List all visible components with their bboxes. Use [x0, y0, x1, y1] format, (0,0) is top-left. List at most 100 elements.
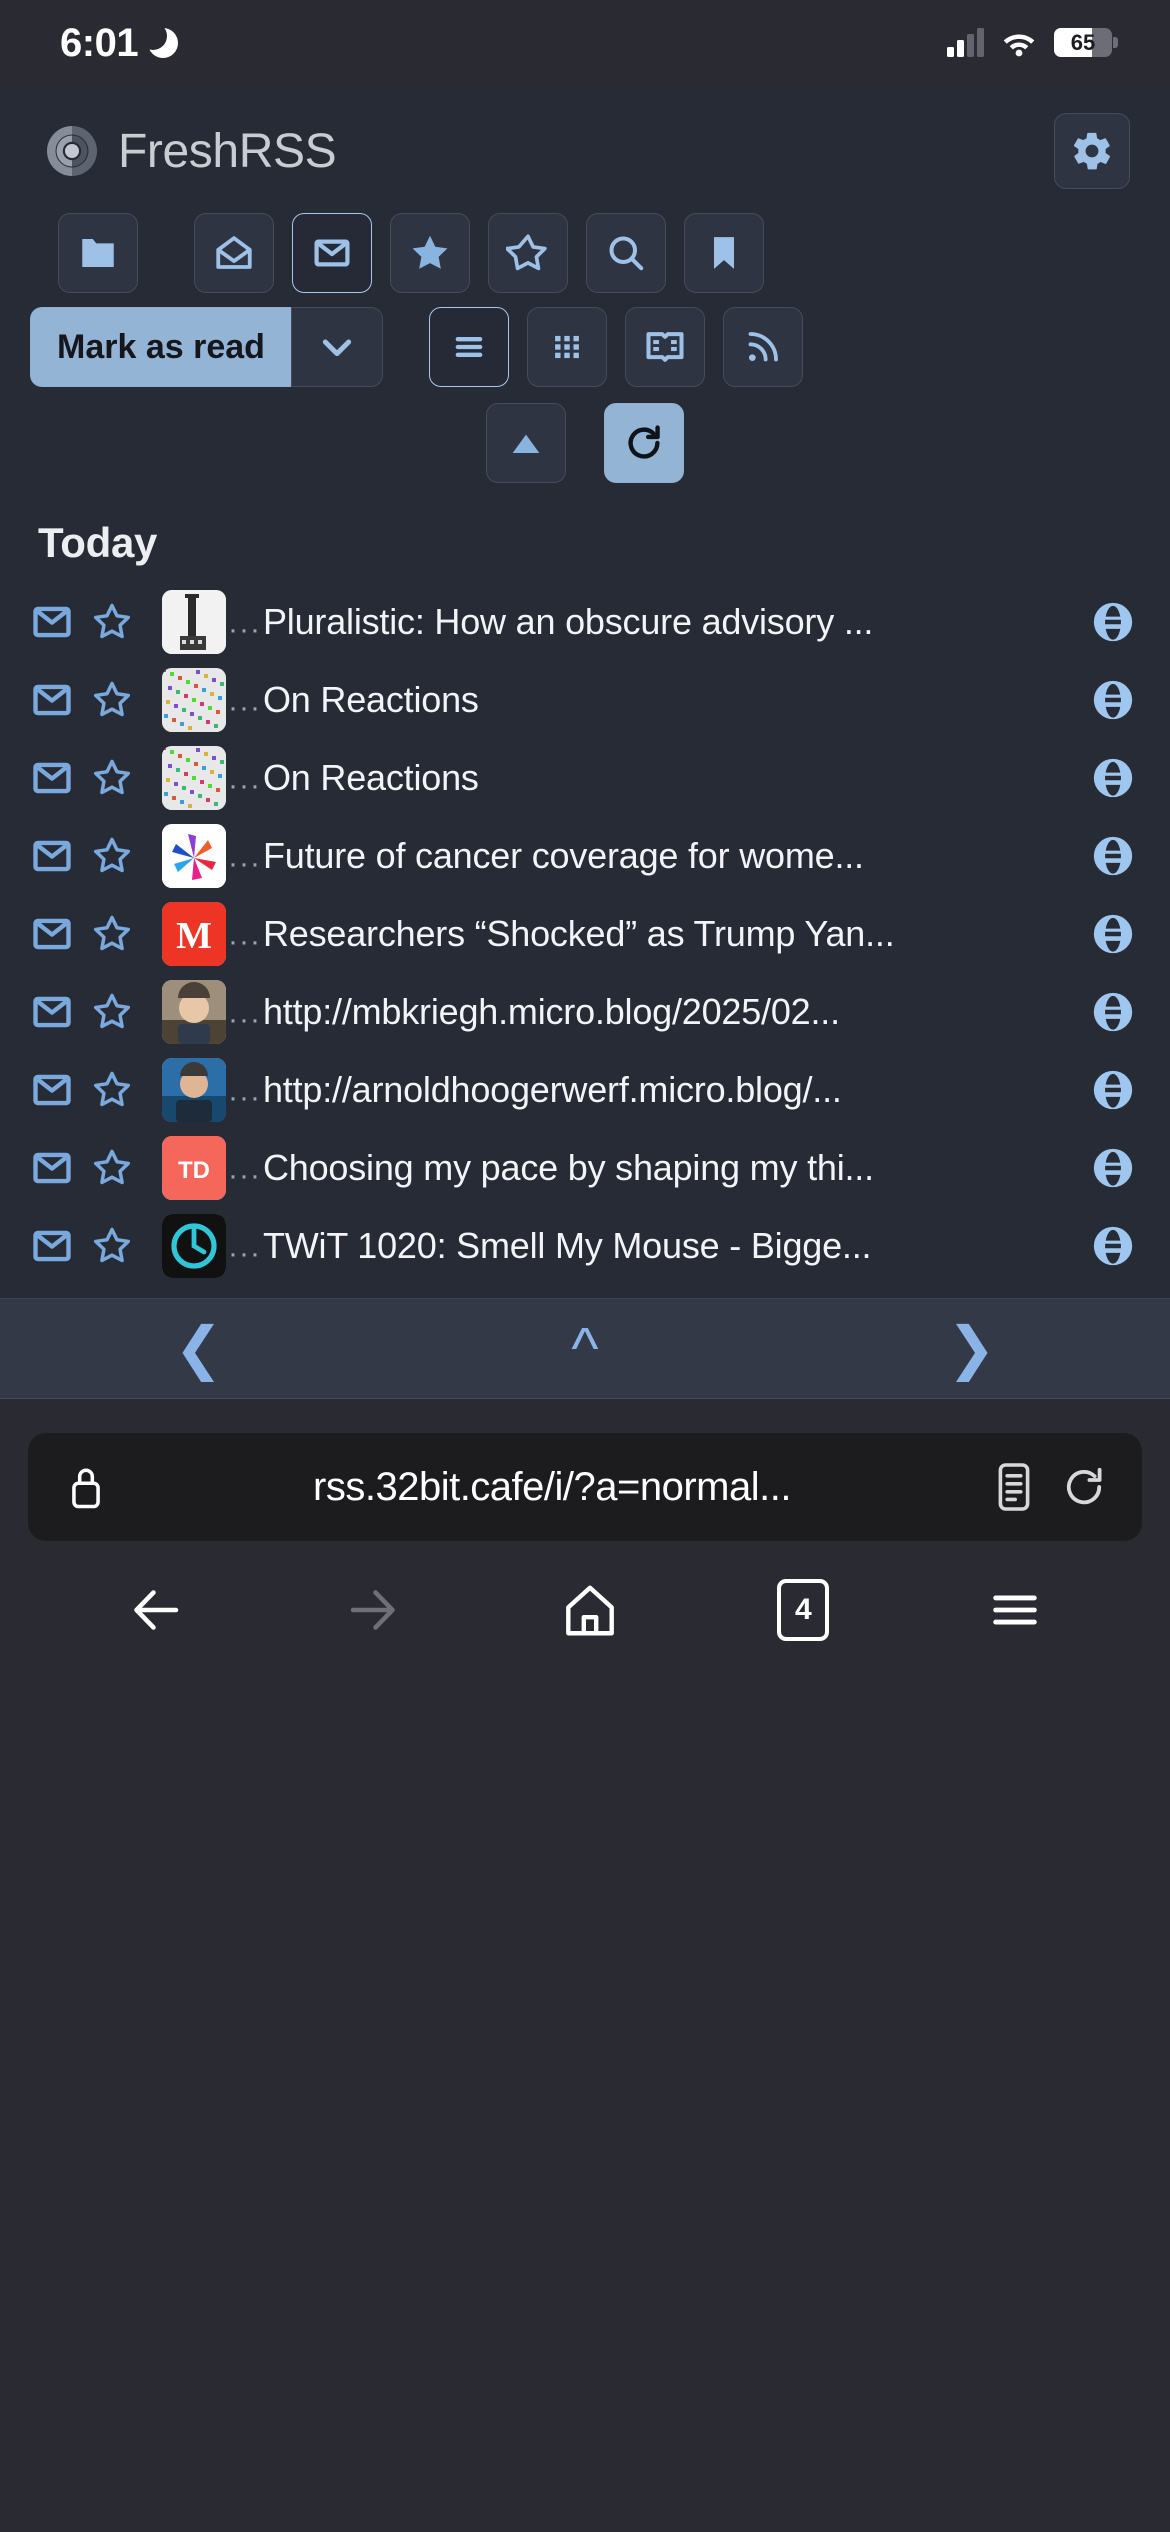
scroll-up-button[interactable]: ^ — [571, 1320, 598, 1378]
battery-level-label: 65 — [1054, 28, 1112, 57]
reload-icon[interactable] — [1060, 1461, 1108, 1513]
star-outline-icon[interactable] — [78, 678, 146, 722]
star-outline-icon[interactable] — [78, 600, 146, 644]
svg-text:M: M — [176, 915, 212, 957]
mark-as-read-button[interactable]: Mark as read — [30, 307, 291, 387]
article-row[interactable]: ···Pluralistic: How an obscure advisory … — [0, 583, 1170, 661]
article-row[interactable]: M···Researchers “Shocked” as Trump Yan..… — [0, 895, 1170, 973]
mark-as-read-dropdown-button[interactable] — [291, 307, 383, 387]
globe-icon[interactable] — [1086, 989, 1140, 1035]
star-outline-icon[interactable] — [78, 756, 146, 800]
globe-icon[interactable] — [1086, 1145, 1140, 1191]
truncation-dots: ··· — [228, 613, 261, 661]
crescent-moon-icon — [148, 28, 178, 58]
star-outline-icon[interactable] — [78, 1224, 146, 1268]
arrow-left-icon[interactable] — [126, 1580, 186, 1640]
mark-read-icon[interactable] — [26, 755, 78, 801]
article-title[interactable]: http://arnoldhoogerwerf.micro.blog/... — [263, 1069, 1086, 1111]
view-reader-button[interactable] — [625, 307, 705, 387]
app-header: FreshRSS — [0, 85, 1170, 199]
star-outline-icon[interactable] — [78, 1146, 146, 1190]
article-row[interactable]: ···On Reactions — [0, 739, 1170, 817]
article-title[interactable]: Future of cancer coverage for wome... — [263, 835, 1086, 877]
star-outline-icon[interactable] — [78, 912, 146, 956]
status-bar-right: 65 — [947, 28, 1112, 57]
view-list-button[interactable] — [429, 307, 509, 387]
feed-favicon — [162, 590, 226, 654]
hamburger-menu-icon[interactable] — [986, 1581, 1044, 1639]
view-grid-button[interactable] — [527, 307, 607, 387]
globe-icon[interactable] — [1086, 1067, 1140, 1113]
refresh-feeds-button[interactable] — [604, 403, 684, 483]
view-rss-button[interactable] — [723, 307, 803, 387]
article-row[interactable]: ···On Reactions — [0, 661, 1170, 739]
brand[interactable]: FreshRSS — [44, 123, 336, 179]
reader-view-icon[interactable] — [994, 1459, 1034, 1515]
bookmark-icon — [704, 233, 744, 273]
next-page-button[interactable]: ❯ — [947, 1320, 996, 1378]
article-row[interactable]: ···TWiT 1020: Smell My Mouse - Bigge... — [0, 1207, 1170, 1285]
home-icon[interactable] — [559, 1579, 621, 1641]
scroll-to-top-button[interactable] — [486, 403, 566, 483]
mark-read-icon[interactable] — [26, 989, 78, 1035]
article-title[interactable]: http://mbkriegh.micro.blog/2025/02... — [263, 991, 1086, 1033]
star-outline-icon[interactable] — [78, 1068, 146, 1112]
globe-icon[interactable] — [1086, 755, 1140, 801]
globe-icon[interactable] — [1086, 1223, 1140, 1269]
magnifier-icon — [604, 231, 648, 275]
mark-read-icon[interactable] — [26, 599, 78, 645]
mark-read-icon[interactable] — [26, 911, 78, 957]
feed-favicon — [162, 980, 226, 1044]
show-favourites-button[interactable] — [390, 213, 470, 293]
search-button[interactable] — [586, 213, 666, 293]
bookmark-button[interactable] — [684, 213, 764, 293]
chevron-down-icon — [317, 327, 357, 367]
envelope-closed-icon — [311, 232, 353, 274]
globe-icon[interactable] — [1086, 833, 1140, 879]
address-bar[interactable]: rss.32bit.cafe/i/?a=normal... — [28, 1433, 1142, 1541]
show-all-button[interactable] — [194, 213, 274, 293]
grid-dots-icon — [548, 328, 586, 366]
feed-favicon: M — [162, 902, 226, 966]
star-outline-icon[interactable] — [78, 990, 146, 1034]
article-title[interactable]: Researchers “Shocked” as Trump Yan... — [263, 913, 1086, 955]
article-row[interactable]: ···http://mbkriegh.micro.blog/2025/02... — [0, 973, 1170, 1051]
article-title[interactable]: On Reactions — [263, 679, 1086, 721]
show-unread-button[interactable] — [292, 213, 372, 293]
scroll-toolbar — [0, 403, 1170, 483]
categories-button[interactable] — [58, 213, 138, 293]
mark-read-icon[interactable] — [26, 1223, 78, 1269]
mark-read-icon[interactable] — [26, 1145, 78, 1191]
browser-chrome: rss.32bit.cafe/i/?a=normal... 4 — [0, 1398, 1170, 2532]
truncation-dots: ··· — [228, 691, 261, 739]
mark-read-icon[interactable] — [26, 1067, 78, 1113]
article-title[interactable]: Choosing my pace by shaping my thi... — [263, 1147, 1086, 1189]
settings-button[interactable] — [1054, 113, 1130, 189]
globe-icon[interactable] — [1086, 677, 1140, 723]
envelope-open-icon — [213, 232, 255, 274]
cellular-signal-icon — [947, 29, 984, 57]
feed-favicon — [162, 746, 226, 810]
wifi-icon — [1000, 29, 1038, 57]
article-row[interactable]: TD···Choosing my pace by shaping my thi.… — [0, 1129, 1170, 1207]
star-outline-icon[interactable] — [78, 834, 146, 878]
url-text: rss.32bit.cafe/i/?a=normal... — [110, 1465, 994, 1510]
globe-icon[interactable] — [1086, 911, 1140, 957]
tab-count-button[interactable]: 4 — [777, 1579, 829, 1641]
globe-icon[interactable] — [1086, 599, 1140, 645]
day-heading: Today — [0, 483, 1170, 575]
view-mode-group — [429, 307, 803, 387]
article-title[interactable]: Pluralistic: How an obscure advisory ... — [263, 601, 1086, 643]
feed-favicon — [162, 668, 226, 732]
show-not-favourites-button[interactable] — [488, 213, 568, 293]
article-title[interactable]: On Reactions — [263, 757, 1086, 799]
article-row[interactable]: ···http://arnoldhoogerwerf.micro.blog/..… — [0, 1051, 1170, 1129]
article-title[interactable]: TWiT 1020: Smell My Mouse - Bigge... — [263, 1225, 1086, 1267]
action-toolbar: Mark as read — [0, 307, 1170, 387]
feed-favicon — [162, 1214, 226, 1278]
article-row[interactable]: ···Future of cancer coverage for wome... — [0, 817, 1170, 895]
previous-page-button[interactable]: ❮ — [174, 1320, 223, 1378]
article-list: ···Pluralistic: How an obscure advisory … — [0, 583, 1170, 1285]
mark-read-icon[interactable] — [26, 677, 78, 723]
mark-read-icon[interactable] — [26, 833, 78, 879]
